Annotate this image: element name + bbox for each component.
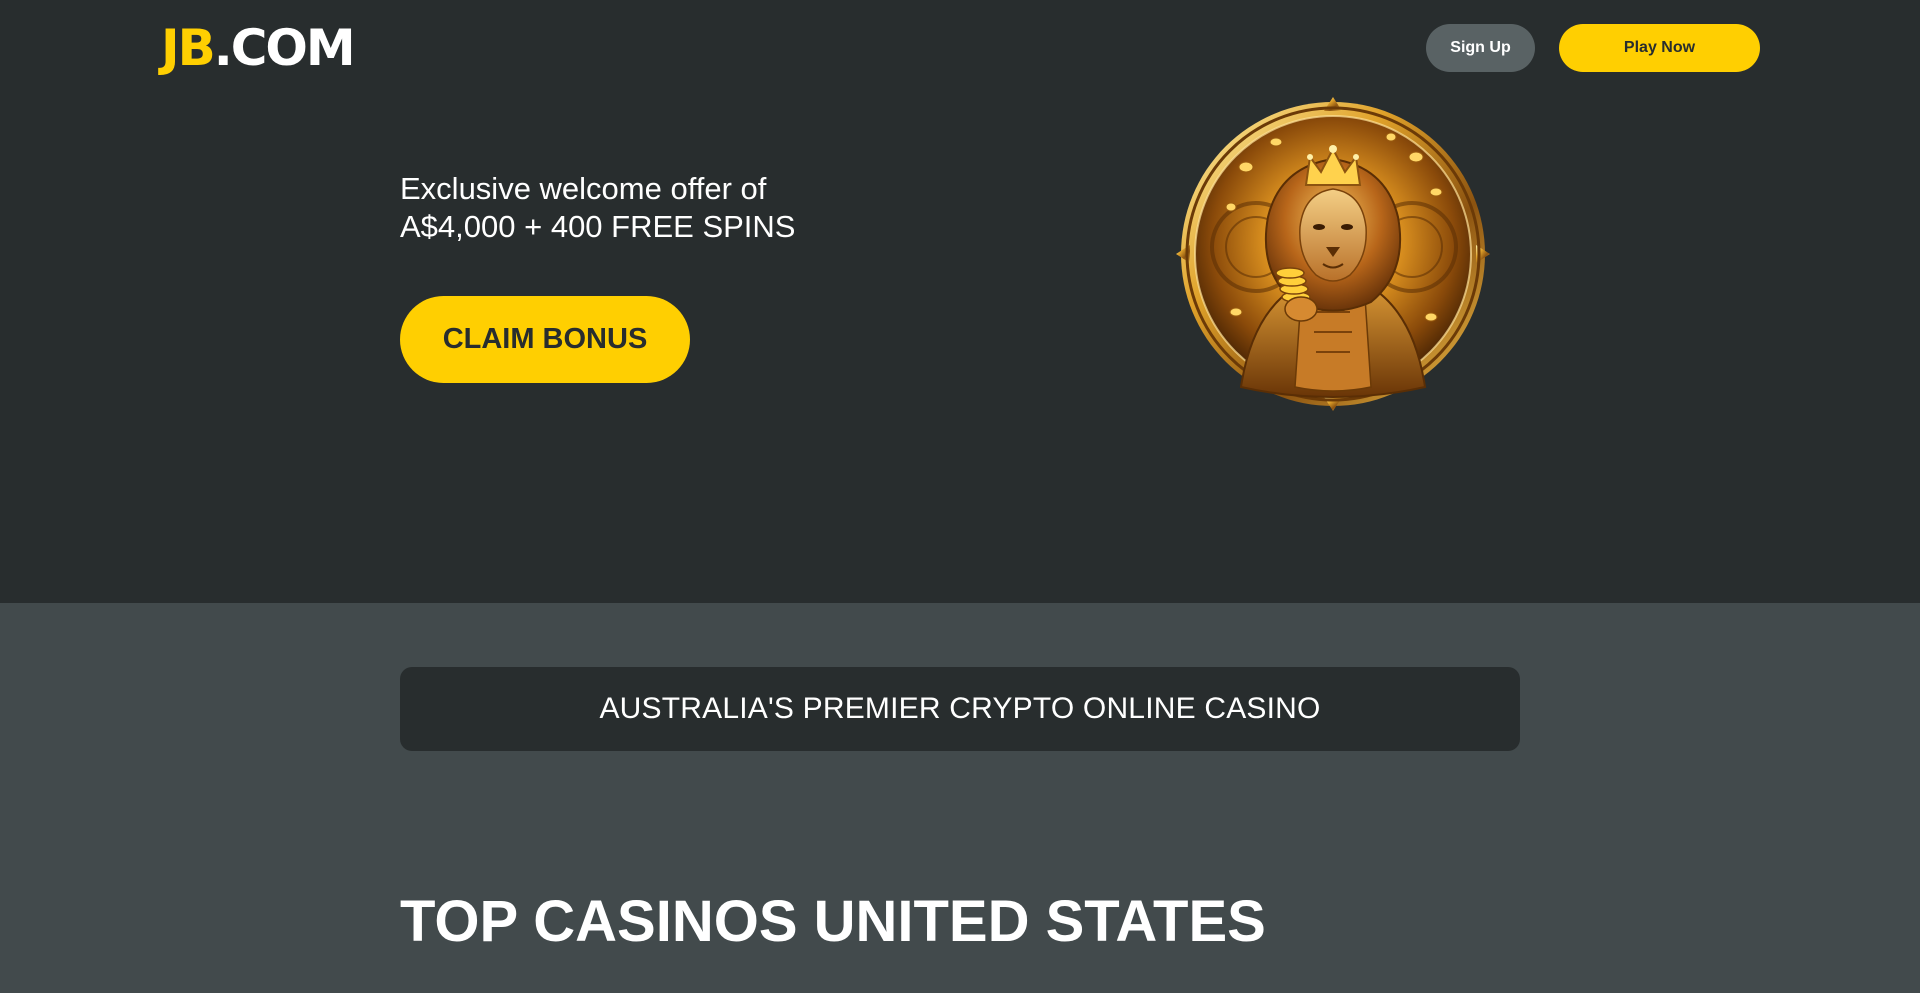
welcome-offer: Exclusive welcome offer of A$4,000 + 400… bbox=[400, 170, 920, 246]
tagline-text: AUSTRALIA'S PREMIER CRYPTO ONLINE CASINO bbox=[599, 692, 1321, 725]
logo-primary: JB bbox=[161, 19, 216, 77]
logo-secondary: .COM bbox=[213, 19, 356, 77]
offer-line-2: A$4,000 + 400 FREE SPINS bbox=[400, 209, 796, 244]
tagline-banner: AUSTRALIA'S PREMIER CRYPTO ONLINE CASINO bbox=[400, 667, 1520, 751]
offer-line-1: Exclusive welcome offer of bbox=[400, 171, 767, 206]
sign-up-button[interactable]: Sign Up bbox=[1426, 24, 1535, 72]
hero-section: JB.COM Sign Up Play Now Exclusive welcom… bbox=[0, 0, 1920, 603]
section-title: TOP CASINOS UNITED STATES bbox=[400, 889, 1266, 954]
site-logo[interactable]: JB.COM bbox=[161, 19, 356, 77]
claim-bonus-button[interactable]: CLAIM BONUS bbox=[400, 296, 690, 383]
play-now-button[interactable]: Play Now bbox=[1559, 24, 1760, 72]
lion-king-medallion-icon bbox=[1176, 97, 1490, 411]
